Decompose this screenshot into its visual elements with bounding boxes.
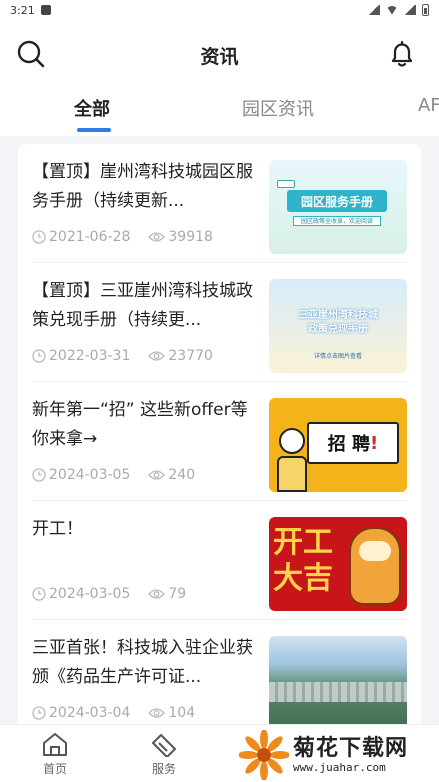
article-title: 开工！ [32, 519, 83, 539]
tab-park-news[interactable]: 园区资讯 [242, 95, 314, 121]
nav-home-label: 首页 [42, 762, 67, 776]
thumb-title: 招 聘 [327, 434, 371, 455]
clock-icon [32, 706, 46, 720]
article-thumbnail[interactable] [269, 636, 407, 724]
eye-icon [148, 589, 166, 599]
article-thumbnail[interactable]: 招 聘! [269, 398, 407, 492]
signal-icon [404, 5, 416, 15]
thumb-subtitle: 详情点击图片查看 [313, 353, 362, 360]
article-views: 104 [168, 705, 196, 721]
article-card[interactable]: 开工！ 2024-03-05 79 开工 大吉 [32, 501, 407, 620]
thumb-title-line2: 大吉 [273, 561, 333, 596]
app-header: 资讯 [0, 20, 439, 90]
eye-icon [148, 351, 166, 361]
watermark-text: 菊花下载网 [293, 735, 409, 761]
article-date: 2021-06-28 [49, 229, 131, 245]
article-thumbnail[interactable]: 园区服务手册 园区政策全收录，欢迎阅读 [269, 160, 407, 254]
article-date: 2024-03-05 [49, 586, 131, 602]
category-tabs: 全部 园区资讯 AF [0, 90, 439, 136]
clock-icon [32, 587, 46, 601]
article-thumbnail[interactable]: 开工 大吉 [269, 517, 407, 611]
thumb-title-line2: 政策兑现手册 [308, 324, 368, 335]
thumb-subbar: 园区政策全收录，欢迎阅读 [293, 216, 381, 226]
thumb-title-line1: 开工 [273, 525, 333, 560]
nav-service[interactable]: 服务 [134, 731, 194, 777]
article-views: 240 [168, 467, 196, 483]
watermark-url: www.juahar.com [293, 760, 386, 774]
article-thumbnail[interactable]: 三亚崖州湾科技城 政策兑现手册 详情点击图片查看 [269, 279, 407, 373]
thumb-tag [277, 180, 295, 188]
thumb-dragon-face [359, 541, 391, 561]
eye-icon [148, 232, 166, 242]
article-views: 23770 [168, 348, 213, 364]
search-icon [17, 40, 45, 68]
article-meta: 2024-03-05 79 [32, 586, 186, 602]
notification-icon [40, 5, 51, 15]
thumb-notepad: 招 聘! [307, 422, 399, 464]
article-meta: 2024-03-04 104 [32, 705, 195, 721]
article-views: 79 [168, 586, 187, 602]
thumb-heading: 三亚崖州湾科技城 政策兑现手册 [275, 309, 401, 337]
thumb-person-body [277, 456, 307, 492]
article-card[interactable]: 新年第一“招” 这些新offer等你来拿→ 2024-03-05 240 招 聘… [32, 382, 407, 501]
clock-icon [32, 230, 46, 244]
status-time: 3:21 [10, 3, 35, 17]
status-bar: 3:21 [0, 0, 439, 20]
watermark-logo: 菊花下载网 www.juahar.com [239, 728, 439, 782]
home-icon [43, 733, 67, 756]
service-icon [152, 734, 176, 757]
article-title: 新年第一“招” 这些新offer等你来拿→ [32, 400, 248, 449]
thumb-person [279, 428, 305, 454]
thumb-city [269, 682, 407, 702]
article-list: 【置顶】崖州湾科技城园区服务手册（持续更新... 2021-06-28 3991… [18, 144, 421, 724]
eye-icon [148, 470, 166, 480]
eye-icon [148, 708, 166, 718]
search-button[interactable] [14, 37, 48, 71]
battery-icon [422, 4, 429, 16]
bell-icon [391, 40, 413, 67]
clock-icon [32, 349, 46, 363]
article-meta: 2024-03-05 240 [32, 467, 195, 483]
article-card[interactable]: 【置顶】三亚崖州湾科技城政策兑现手册（持续更... 2022-03-31 237… [32, 263, 407, 382]
thumb-banner: 园区服务手册 [287, 190, 387, 212]
thumb-title-line1: 三亚崖州湾科技城 [298, 310, 378, 321]
article-title: 【置顶】三亚崖州湾科技城政策兑现手册（持续更... [32, 281, 253, 330]
article-title: 三亚首张！科技城入驻企业获颁《药品生产许可证... [32, 638, 253, 687]
clock-icon [32, 468, 46, 482]
article-date: 2024-03-04 [49, 705, 131, 721]
article-date: 2024-03-05 [49, 467, 131, 483]
thumb-title: 园区服务手册 [300, 194, 373, 209]
status-icons [368, 4, 429, 16]
article-card[interactable]: 【置顶】崖州湾科技城园区服务手册（持续更新... 2021-06-28 3991… [32, 144, 407, 263]
nav-service-label: 服务 [151, 762, 176, 776]
tab-ap[interactable]: AF [418, 95, 439, 116]
nav-home[interactable]: 首页 [25, 731, 85, 777]
active-tab-indicator [77, 128, 111, 132]
tab-all[interactable]: 全部 [74, 95, 110, 121]
article-meta: 2022-03-31 23770 [32, 348, 213, 364]
article-title: 【置顶】崖州湾科技城园区服务手册（持续更新... [32, 162, 253, 211]
wifi-icon [386, 5, 398, 15]
thumb-subtitle: 园区政策全收录，欢迎阅读 [300, 218, 373, 225]
thumb-big-text: 开工 大吉 [273, 525, 333, 597]
notification-button[interactable] [385, 37, 419, 71]
article-views: 39918 [168, 229, 213, 245]
article-card[interactable]: 三亚首张！科技城入驻企业获颁《药品生产许可证... 2024-03-04 104 [32, 620, 407, 724]
page-title: 资讯 [200, 45, 239, 68]
thumb-dragon [349, 527, 401, 605]
chrysanthemum-icon [239, 730, 289, 780]
vibrate-icon [368, 5, 380, 15]
article-date: 2022-03-31 [49, 348, 131, 364]
article-meta: 2021-06-28 39918 [32, 229, 213, 245]
